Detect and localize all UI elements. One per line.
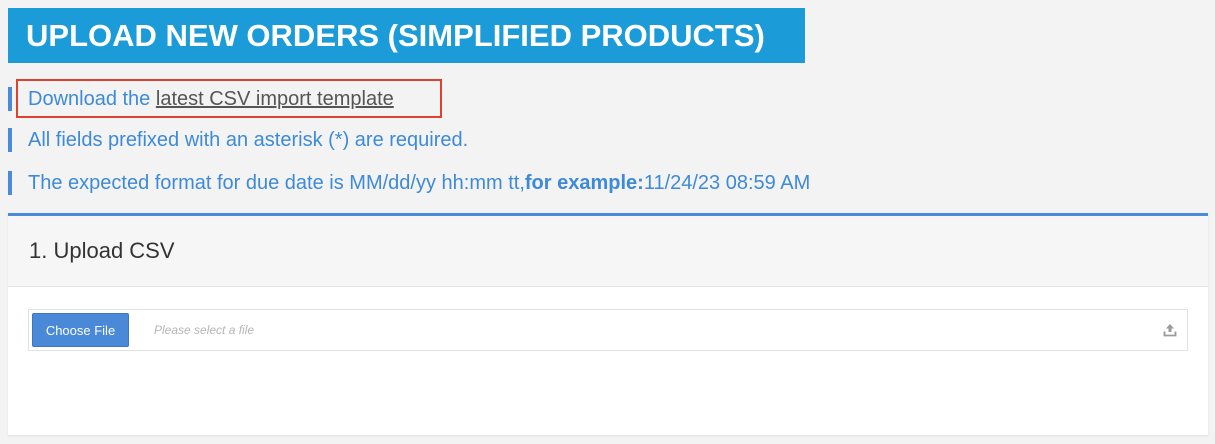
choose-file-button[interactable]: Choose File (32, 313, 129, 347)
highlight-annotation-box (16, 79, 442, 118)
date-format-text: The expected format for due date is MM/d… (28, 171, 525, 194)
file-input-row[interactable]: Choose File Please select a file (28, 309, 1188, 351)
upload-csv-panel: 1. Upload CSV Choose File Please select … (8, 213, 1208, 435)
required-fields-note: All fields prefixed with an asterisk (*)… (8, 128, 468, 152)
panel-header: 1. Upload CSV (8, 216, 1208, 287)
step-title: 1. Upload CSV (29, 238, 175, 263)
required-fields-text: All fields prefixed with an asterisk (*)… (28, 128, 469, 151)
date-example-label: for example: (524, 171, 644, 194)
date-format-note: The expected format for due date is MM/d… (8, 171, 810, 195)
upload-icon[interactable] (1163, 323, 1177, 337)
file-name-placeholder: Please select a file (154, 323, 255, 337)
page-title-banner: UPLOAD NEW ORDERS (SIMPLIFIED PRODUCTS) (8, 8, 805, 63)
page-title: UPLOAD NEW ORDERS (SIMPLIFIED PRODUCTS) (26, 17, 765, 53)
date-example-value: 11/24/23 08:59 AM (643, 171, 811, 194)
